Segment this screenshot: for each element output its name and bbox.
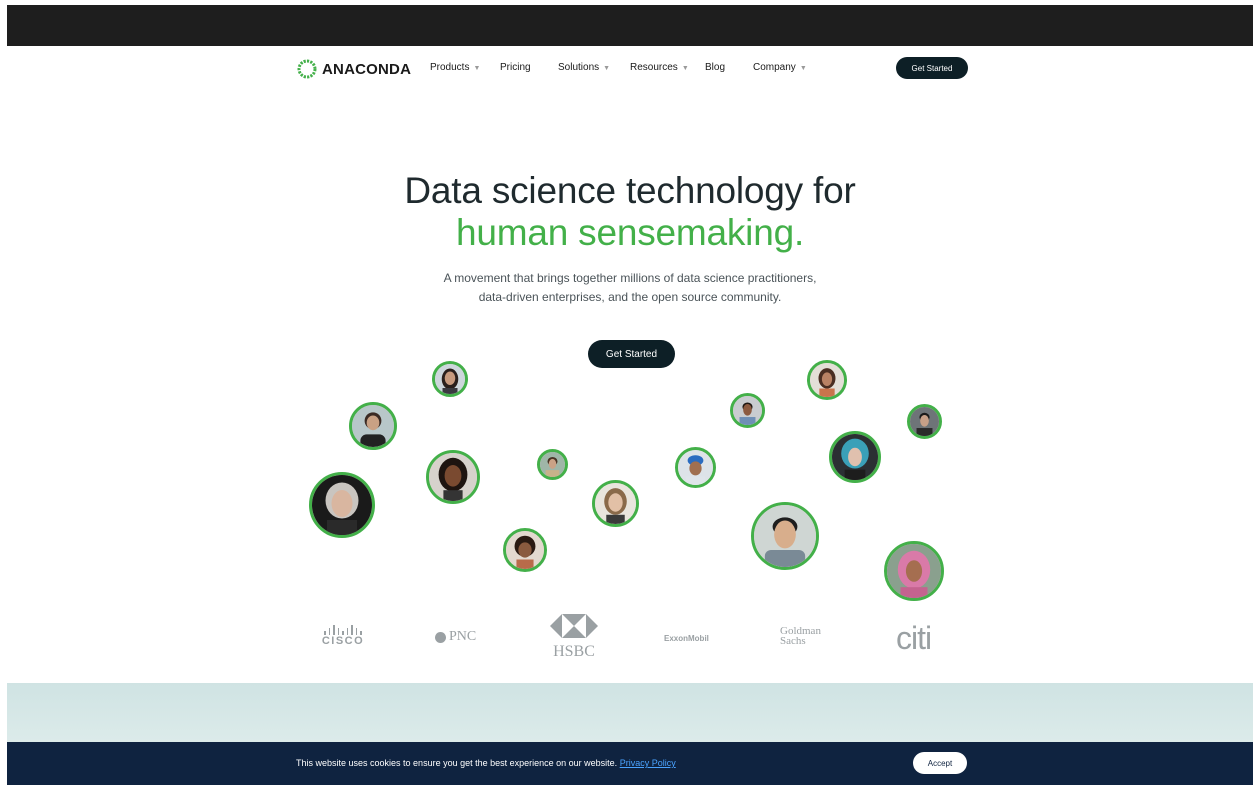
chevron-down-icon: ▼ xyxy=(473,65,481,72)
hero-title-line2: human sensemaking. xyxy=(455,212,805,253)
goldman-sachs-logo: Goldman Sachs xyxy=(780,626,821,647)
anaconda-logo[interactable]: ANACONDA xyxy=(296,58,411,80)
exxonmobil-logo: ExxonMobil xyxy=(664,634,709,643)
hero-title-line1: Data science technology for xyxy=(404,170,856,211)
nav-items: Products ▼ Pricing Solutions ▼ Resources ▼ … xyxy=(430,62,823,73)
anaconda-ring-icon xyxy=(297,59,317,79)
community-avatar xyxy=(426,450,480,504)
community-avatar xyxy=(503,528,547,572)
cookie-message: This website uses cookies to ensure you … xyxy=(296,758,676,768)
cookie-text: This website uses cookies to ensure you … xyxy=(296,758,618,768)
page: ANACONDA Products ▼ Pricing Solutions ▼ Re… xyxy=(7,46,1253,683)
community-avatar xyxy=(730,393,765,428)
pnc-logo: PNC xyxy=(435,629,476,645)
hero-subtitle-line1: A movement that brings together millions… xyxy=(443,271,817,285)
cookie-banner: This website uses cookies to ensure you … xyxy=(7,742,1253,785)
community-avatar xyxy=(829,431,881,483)
community-avatar xyxy=(751,502,819,570)
nav-item-label: Blog xyxy=(705,62,726,73)
nav-item-label: Company xyxy=(753,62,796,73)
hsbc-logo: HSBC xyxy=(549,614,599,661)
main-navigation: ANACONDA Products ▼ Pricing Solutions ▼ Re… xyxy=(7,46,1253,90)
community-avatar xyxy=(309,472,375,538)
nav-item-company[interactable]: Company ▼ xyxy=(753,62,823,73)
nav-item-blog[interactable]: Blog xyxy=(705,62,753,73)
community-avatar xyxy=(907,404,942,439)
pnc-text: PNC xyxy=(449,629,477,644)
community-avatar xyxy=(675,447,716,488)
nav-item-solutions[interactable]: Solutions ▼ xyxy=(558,62,630,73)
chevron-down-icon: ▼ xyxy=(799,65,807,72)
customer-logos: CISCO PNC HSBC ExxonMobil Goldman Sachs … xyxy=(7,609,1253,664)
privacy-policy-link[interactable]: Privacy Policy xyxy=(620,758,676,768)
hero-subtitle-line2: data-driven enterprises, and the open so… xyxy=(478,290,782,304)
logo-text: ANACONDA xyxy=(322,60,412,78)
hsbc-hexagon-icon xyxy=(550,614,598,638)
nav-item-label: Resources xyxy=(630,62,678,73)
accept-cookies-button[interactable]: Accept xyxy=(913,752,967,774)
sachs-text: Sachs xyxy=(780,635,806,647)
cisco-logo: CISCO xyxy=(318,625,368,647)
community-avatar xyxy=(592,480,639,527)
cisco-bars-icon xyxy=(318,625,368,635)
community-avatar xyxy=(349,402,397,450)
pnc-mark-icon xyxy=(435,631,446,643)
citi-logo: citi xyxy=(896,620,932,656)
cisco-text: CISCO xyxy=(321,635,365,647)
community-avatar xyxy=(537,449,568,480)
get-started-hero-button[interactable]: Get Started xyxy=(588,340,675,368)
nav-item-label: Pricing xyxy=(500,62,531,73)
nav-item-pricing[interactable]: Pricing xyxy=(500,62,558,73)
chevron-down-icon: ▼ xyxy=(681,65,689,72)
hsbc-text: HSBC xyxy=(553,643,595,660)
community-avatar xyxy=(432,361,468,397)
chevron-down-icon: ▼ xyxy=(603,65,611,72)
nav-item-resources[interactable]: Resources ▼ xyxy=(630,62,705,73)
get-started-nav-button[interactable]: Get Started xyxy=(896,57,968,79)
nav-item-label: Solutions xyxy=(558,62,600,73)
next-section-band xyxy=(7,683,1253,742)
community-avatar xyxy=(884,541,944,601)
browser-top-bar xyxy=(7,5,1253,46)
nav-item-label: Products xyxy=(430,62,470,73)
community-avatar xyxy=(807,360,847,400)
nav-item-products[interactable]: Products ▼ xyxy=(430,62,500,73)
